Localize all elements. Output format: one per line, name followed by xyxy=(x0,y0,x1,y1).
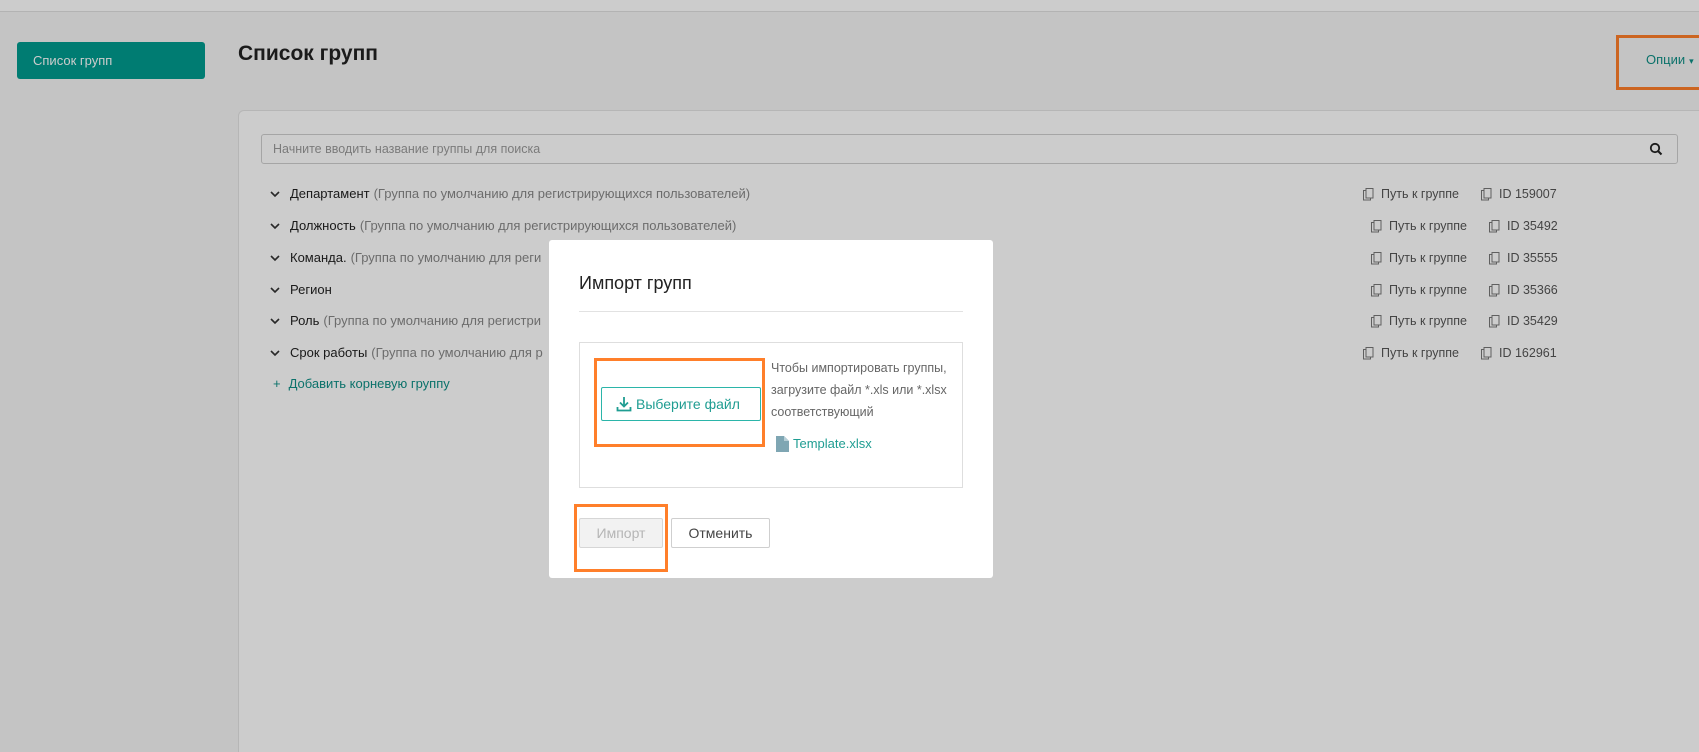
highlight-import xyxy=(574,504,668,572)
template-download-link[interactable]: Template.xlsx xyxy=(775,436,872,452)
import-groups-modal: Импорт групп Выберите файл Чтобы импорти… xyxy=(549,240,993,578)
highlight-choose-file xyxy=(594,358,765,447)
modal-title: Импорт групп xyxy=(579,273,692,293)
modal-divider xyxy=(579,311,963,312)
file-icon xyxy=(776,436,789,452)
cancel-button[interactable]: Отменить xyxy=(671,518,770,548)
import-help-text: Чтобы импортировать группы, загрузите фа… xyxy=(771,361,947,419)
template-filename: Template.xlsx xyxy=(793,436,872,451)
